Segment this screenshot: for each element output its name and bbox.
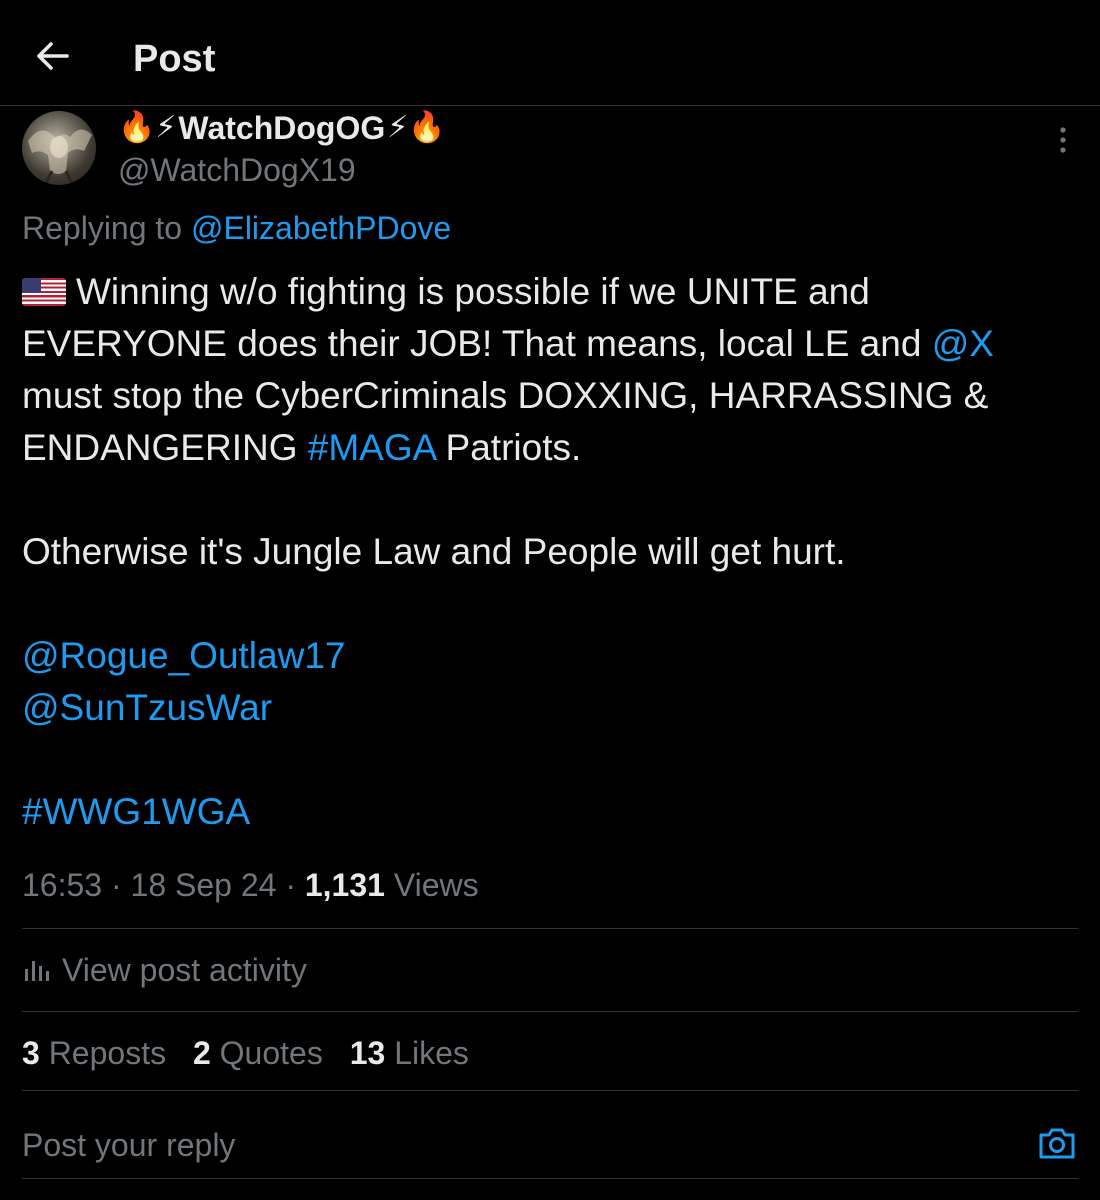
views-count: 1,131: [304, 867, 385, 903]
post-date[interactable]: 18 Sep 24: [131, 867, 277, 903]
divider: [22, 1011, 1078, 1012]
us-flag-emoji: [22, 278, 66, 306]
reply-input[interactable]: [22, 1120, 1002, 1170]
post-line: must stop the CyberCriminals DOXXING, HA…: [22, 375, 989, 416]
post-line: Winning w/o fighting is possible if we U…: [22, 266, 1092, 318]
likes-label: Likes: [394, 1035, 469, 1071]
divider: [22, 928, 1078, 929]
reply-underline: [22, 1178, 1078, 1179]
reposts-label: Reposts: [48, 1035, 167, 1071]
post-time[interactable]: 16:53: [22, 867, 102, 903]
post-line: #WWG1WGA: [22, 786, 1092, 838]
post-text: Winning w/o fighting is possible if we U…: [22, 266, 1092, 838]
hashtag-link[interactable]: #MAGA: [308, 427, 436, 468]
camera-icon: [1039, 1128, 1075, 1159]
hashtag-link[interactable]: #WWG1WGA: [22, 791, 250, 832]
page-title: Post: [133, 38, 216, 80]
post-line: ENDANGERING #MAGA Patriots.: [22, 427, 582, 468]
author-handle[interactable]: @WatchDogX19: [118, 150, 356, 190]
author-display-name: WatchDogOG: [178, 110, 386, 146]
more-options-button[interactable]: [1045, 122, 1081, 158]
views-label: Views: [393, 867, 479, 903]
author-name-row[interactable]: 🔥⚡ WatchDogOG ⚡🔥: [118, 108, 446, 148]
divider: [22, 1090, 1078, 1091]
analytics-icon: [25, 961, 49, 981]
avatar[interactable]: [22, 111, 96, 185]
post-line: @SunTzusWar: [22, 682, 1092, 734]
camera-button[interactable]: [1036, 1122, 1078, 1164]
replying-to: Replying to @ElizabethPDove: [22, 208, 451, 248]
replying-to-label: Replying to: [22, 210, 183, 246]
fire-lightning-emoji: 🔥⚡: [118, 111, 177, 144]
likes-stat[interactable]: 13 Likes: [350, 1035, 469, 1071]
likes-count: 13: [349, 1035, 386, 1071]
engagement-stats: 3 Reposts 2 Quotes 13 Likes: [22, 1031, 487, 1075]
view-post-activity-label: View post activity: [62, 952, 307, 988]
avatar-image: [28, 129, 92, 184]
post-line: @Rogue_Outlaw17: [22, 630, 1092, 682]
lightning-fire-emoji: ⚡🔥: [387, 111, 446, 144]
quotes-label: Quotes: [219, 1035, 323, 1071]
quotes-stat[interactable]: 2 Quotes: [193, 1035, 323, 1071]
back-button[interactable]: [32, 36, 72, 76]
view-post-activity-button[interactable]: View post activity: [22, 948, 307, 992]
reposts-stat[interactable]: 3 Reposts: [22, 1035, 166, 1071]
reposts-count: 3: [22, 1035, 40, 1071]
mention-link[interactable]: @SunTzusWar: [22, 687, 272, 728]
reply-bar: [0, 1100, 1100, 1200]
post-line: EVERYONE does their JOB! That means, loc…: [22, 323, 994, 364]
arrow-left-icon: [37, 42, 69, 70]
mention-link[interactable]: @Rogue_Outlaw17: [22, 635, 345, 676]
post-meta: 16:53 · 18 Sep 24 · 1,131 Views: [22, 867, 479, 903]
post-line: Otherwise it's Jungle Law and People wil…: [22, 531, 846, 572]
more-vertical-icon: [1060, 127, 1066, 153]
top-bar: Post: [0, 0, 1100, 106]
mention-link[interactable]: @X: [932, 323, 994, 364]
quotes-count: 2: [192, 1035, 211, 1071]
replying-to-handle[interactable]: @ElizabethPDove: [191, 210, 451, 246]
